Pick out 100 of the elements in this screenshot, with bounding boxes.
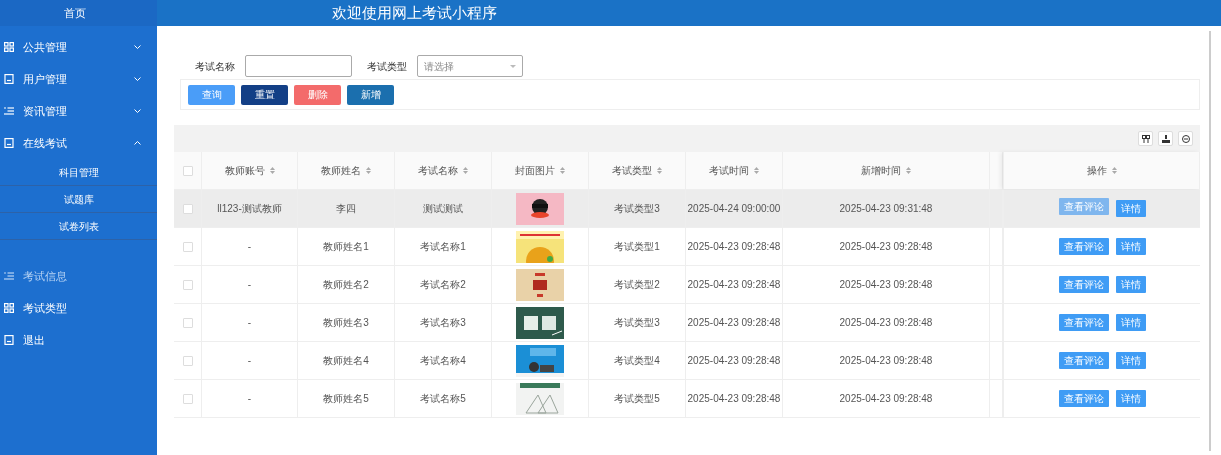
table-cell-text: 考试名称4 xyxy=(420,354,466,368)
column-header: 教师账号 xyxy=(224,164,265,178)
table-row[interactable]: - 教师姓名5 考试名称5 考试类型5 2025-04-23 09:28:48 2025-04-23 09:28:48 查看评论 详情 xyxy=(174,380,1200,418)
table-cell-text: 2025-04-23 09:28:48 xyxy=(839,316,933,330)
menu-item[interactable]: 资讯管理 xyxy=(0,95,157,127)
table-cell-text: 教师姓名5 xyxy=(323,392,369,406)
table-cell-text: 李四 xyxy=(336,202,356,216)
column-header: 考试类型 xyxy=(612,164,652,178)
row-action-button[interactable]: 查看评论 xyxy=(1058,276,1109,293)
table-cell-text: 考试名称5 xyxy=(420,392,466,406)
action-button[interactable]: 新增 xyxy=(347,84,394,105)
list-icon xyxy=(4,272,14,280)
sort-icon[interactable] xyxy=(560,167,565,174)
table-cell-text: 2025-04-23 09:28:48 xyxy=(839,354,933,368)
table-cell-text: 2025-04-23 09:28:48 xyxy=(687,278,781,292)
action-button[interactable]: 删除 xyxy=(294,84,341,105)
checkbox[interactable] xyxy=(182,203,193,214)
checkbox[interactable] xyxy=(182,317,193,328)
dropdown-caret-icon xyxy=(510,64,516,68)
table-cell-text: 2025-04-23 09:28:48 xyxy=(839,240,933,254)
book-icon xyxy=(4,74,14,84)
export-icon[interactable] xyxy=(1158,131,1173,146)
row-action-button[interactable]: 详情 xyxy=(1115,200,1146,217)
row-action-button[interactable]: 详情 xyxy=(1115,276,1146,293)
column-header: 教师姓名 xyxy=(321,164,361,178)
table-cell-text: 教师姓名4 xyxy=(323,354,369,368)
checkbox[interactable] xyxy=(182,393,193,404)
book-icon xyxy=(4,138,14,148)
column-header: 操作 xyxy=(1086,164,1107,178)
table-cell-text: 考试类型4 xyxy=(614,354,660,368)
table-cell-text: 考试名称1 xyxy=(420,240,466,254)
table-cell-text: - xyxy=(247,278,252,292)
input-field[interactable] xyxy=(245,55,352,77)
menu-item[interactable]: 在线考试 xyxy=(0,127,157,159)
row-action-button[interactable]: 查看评论 xyxy=(1058,314,1109,331)
row-action-button[interactable]: 查看评论 xyxy=(1058,352,1109,369)
field-label: 考试类型 xyxy=(367,59,407,74)
menu-item[interactable]: 用户管理 xyxy=(0,63,157,95)
table-row[interactable]: - 教师姓名4 考试名称4 考试类型4 2025-04-23 09:28:48 2025-04-23 09:28:48 查看评论 详情 xyxy=(174,342,1200,380)
menu-item[interactable]: 退出 xyxy=(0,324,157,356)
row-action-button[interactable]: 详情 xyxy=(1115,314,1146,331)
menu-item[interactable]: 公共管理 xyxy=(0,31,157,63)
menu-item[interactable]: 考试类型 xyxy=(0,292,157,324)
columns-icon[interactable] xyxy=(1138,131,1153,146)
table-cell-text: 2025-04-23 09:28:48 xyxy=(839,278,933,292)
column-header: 新增时间 xyxy=(861,164,901,178)
table-cell-text: 2025-04-23 09:28:48 xyxy=(839,392,933,406)
submenu-item[interactable]: 试卷列表 xyxy=(0,213,157,240)
table-row[interactable]: - 教师姓名2 考试名称2 考试类型2 2025-04-23 09:28:48 2025-04-23 09:28:48 查看评论 详情 xyxy=(174,266,1200,304)
sort-icon[interactable] xyxy=(463,167,468,174)
row-action-button[interactable]: 详情 xyxy=(1115,352,1146,369)
table-cell-text: 考试类型1 xyxy=(614,240,660,254)
select-field[interactable]: 请选择 xyxy=(417,55,523,77)
checkbox[interactable] xyxy=(182,165,193,176)
table-cell-text: 考试类型2 xyxy=(614,278,660,292)
column-header: 考试时间 xyxy=(709,164,749,178)
table-cell-text: - xyxy=(247,392,252,406)
field-label: 考试名称 xyxy=(195,59,235,74)
sort-icon[interactable] xyxy=(754,167,759,174)
menu-item[interactable]: 考试信息 xyxy=(0,260,157,292)
print-icon[interactable] xyxy=(1178,131,1193,146)
list-icon xyxy=(4,107,14,115)
action-button[interactable]: 查询 xyxy=(188,84,235,105)
table-cell-text: 测试测试 xyxy=(423,202,463,216)
submenu-item[interactable]: 试题库 xyxy=(0,186,157,213)
sort-icon[interactable] xyxy=(269,167,275,174)
table-cell-text: 考试类型3 xyxy=(614,316,660,330)
table-cell-text: 考试名称3 xyxy=(420,316,466,330)
grid-icon xyxy=(4,42,14,52)
grid-icon xyxy=(4,303,14,313)
table-row[interactable]: - 教师姓名3 考试名称3 考试类型3 2025-04-23 09:28:48 2025-04-23 09:28:48 查看评论 详情 xyxy=(174,304,1200,342)
table-row[interactable]: - 教师姓名1 考试名称1 考试类型1 2025-04-23 09:28:48 2025-04-23 09:28:48 查看评论 详情 xyxy=(174,228,1200,266)
table-cell-text: 2025-04-24 09:00:00 xyxy=(687,202,781,216)
scrollbar[interactable] xyxy=(1209,31,1211,451)
table-row[interactable]: ll123-测试教师 李四 测试测试 考试类型3 2025-04-24 09:00:00 2025-04-23 09:31:48 查看评论 详情 xyxy=(174,190,1200,228)
checkbox[interactable] xyxy=(182,279,193,290)
action-button[interactable]: 重置 xyxy=(241,84,288,105)
header-title: 欢迎使用网上考试小程序 xyxy=(332,3,497,23)
checkbox[interactable] xyxy=(182,355,193,366)
column-header: 封面图片 xyxy=(515,164,555,178)
home-link[interactable]: 首页 xyxy=(64,5,86,21)
table-cell-text: 2025-04-23 09:28:48 xyxy=(687,240,781,254)
table-cell-text: 教师姓名3 xyxy=(323,316,369,330)
row-action-button[interactable]: 详情 xyxy=(1115,390,1146,407)
table-cell-text: 2025-04-23 09:28:48 xyxy=(687,316,781,330)
sort-icon[interactable] xyxy=(906,167,911,174)
table-cell-text: 考试名称2 xyxy=(420,278,466,292)
checkbox[interactable] xyxy=(182,241,193,252)
sort-icon[interactable] xyxy=(1111,167,1117,174)
sort-icon[interactable] xyxy=(657,167,662,174)
row-action-button[interactable]: 查看评论 xyxy=(1058,238,1109,255)
table-cell-text: ll123-测试教师 xyxy=(217,202,282,216)
table-cell-text: 考试类型5 xyxy=(614,392,660,406)
book-icon xyxy=(4,335,14,345)
row-action-button[interactable]: 详情 xyxy=(1115,238,1146,255)
sort-icon[interactable] xyxy=(366,167,371,174)
submenu-item[interactable]: 科目管理 xyxy=(0,159,157,186)
row-action-button[interactable]: 查看评论 xyxy=(1058,390,1109,407)
column-header: 考试名称 xyxy=(418,164,458,178)
table-cell-text: 考试类型3 xyxy=(614,202,660,216)
